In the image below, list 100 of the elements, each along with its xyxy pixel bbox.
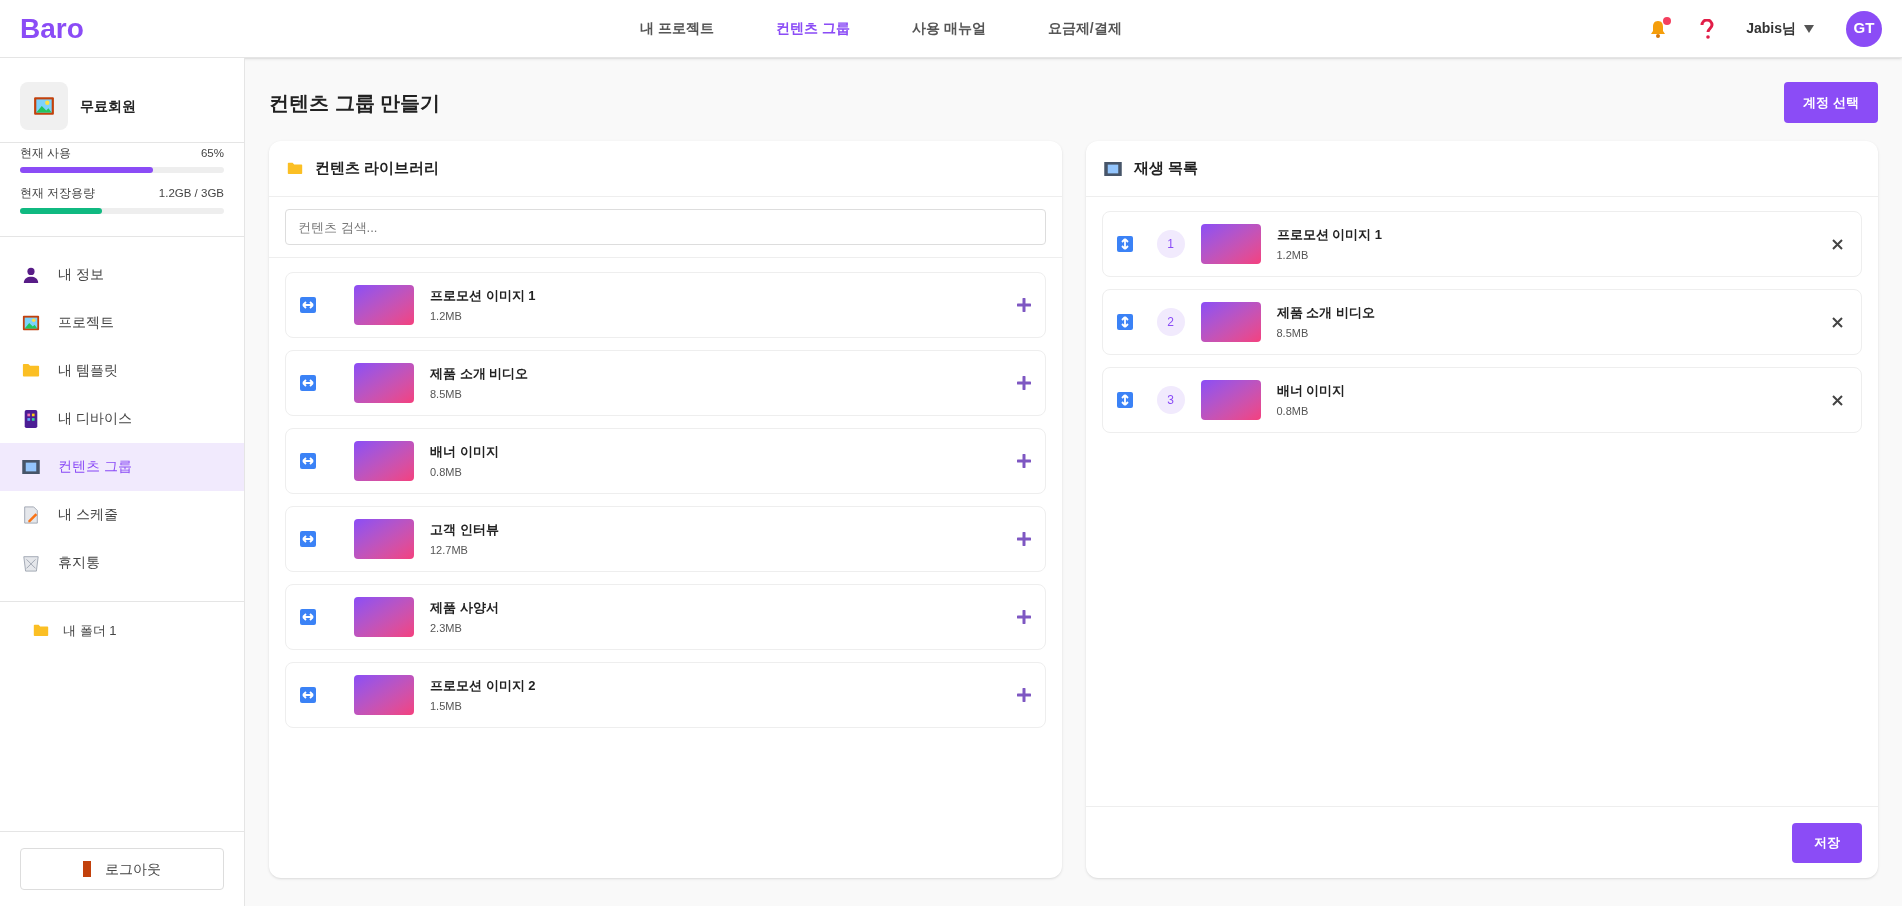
playlist-item[interactable]: 2 제품 소개 비디오 8.5MB [1101,289,1862,355]
content-name: 제품 소개 비디오 [430,365,529,383]
search-field[interactable]: 컨텐츠 검색... [285,209,1046,245]
content-name: 제품 소개 비디오 [1276,304,1375,322]
content-item[interactable]: 프로모션 이미지 2 1.5MB [285,662,1046,728]
content-item[interactable]: 제품 소개 비디오 8.5MB [285,350,1046,416]
film-icon [22,459,40,474]
save-button[interactable]: 저장 [1792,822,1862,863]
nav-link[interactable]: 컨텐츠 그룹 [775,18,850,39]
remove-button[interactable] [1832,238,1843,250]
remove-button[interactable] [1832,316,1843,328]
content-size: 8.5MB [430,386,463,402]
order-number: 2 [1156,308,1185,336]
film-icon [1103,161,1122,176]
notification-button[interactable] [1648,18,1669,39]
plus-icon [1016,688,1031,702]
thumbnail [354,675,414,715]
plus-icon [1016,532,1031,546]
nav-link[interactable]: 내 프로젝트 [640,18,714,39]
sidebar-item[interactable]: 휴지통 [0,538,244,587]
thumbnail [354,597,414,637]
horizontal-arrows-icon [300,453,316,469]
vertical-arrows-icon [1116,236,1133,252]
memo-icon [23,505,39,524]
thumbnail [354,285,414,325]
help-button[interactable] [1700,18,1715,39]
door-icon [83,861,91,877]
order-number: 1 [1156,230,1185,258]
content-name: 고객 인터뷰 [430,521,499,539]
sidebar-item[interactable]: 컨텐츠 그룹 [0,442,244,491]
content-name: 프로모션 이미지 2 [430,677,536,695]
sidebar-item[interactable]: 프로젝트 [0,298,244,347]
sidebar-item[interactable]: 내 스케줄 [0,490,244,539]
content-size: 1.2MB [430,308,463,324]
close-icon [1832,394,1843,406]
add-button[interactable] [1016,298,1031,312]
usage-label: 현재 저장용량 [20,186,96,202]
content-item[interactable]: 프로모션 이미지 1 1.2MB [285,272,1046,338]
logo[interactable]: Baro [20,7,640,50]
add-button[interactable] [1016,376,1031,390]
picture-icon [33,95,55,117]
page-title: 컨텐츠 그룹 만들기 [269,90,441,116]
plus-icon [1016,610,1031,624]
nav-link[interactable]: 요금제/결제 [1047,18,1122,39]
logout-button[interactable]: 로그아웃 [20,848,224,890]
dropdown-caret-icon [1804,24,1814,33]
content-name: 제품 사양서 [430,599,499,617]
content-size: 2.3MB [430,620,463,636]
content-item[interactable]: 고객 인터뷰 12.7MB [285,506,1046,572]
panel-title: 컨텐츠 라이브러리 [315,158,440,179]
user-avatar[interactable]: GT [1846,10,1882,47]
device-icon [24,409,38,428]
content-name: 배너 이미지 [1276,382,1346,400]
horizontal-arrows-icon [300,297,316,313]
content-size: 12.7MB [430,542,469,558]
nav-link[interactable]: 사용 매뉴얼 [911,18,986,39]
playlist-item[interactable]: 1 프로모션 이미지 1 1.2MB [1101,211,1862,277]
user-menu[interactable]: Jabis님 [1746,18,1814,39]
account-select-button[interactable]: 계정 선택 [1784,82,1878,123]
folder-icon [33,624,49,637]
usage-value: 65% [200,146,224,161]
horizontal-arrows-icon [300,531,316,547]
add-button[interactable] [1016,688,1031,702]
close-icon [1832,316,1843,328]
horizontal-arrows-icon [300,687,316,703]
thumbnail [1200,380,1261,420]
add-button[interactable] [1016,610,1031,624]
sidebar-item[interactable]: 내 정보 [0,250,244,299]
content-item[interactable]: 배너 이미지 0.8MB [285,428,1046,494]
plus-icon [1016,298,1031,312]
sidebar-item[interactable]: 내 디바이스 [0,394,244,443]
add-button[interactable] [1016,454,1031,468]
content-item[interactable]: 제품 사양서 2.3MB [285,584,1046,650]
usage-value: 1.2GB / 3GB [158,186,224,202]
vertical-arrows-icon [1116,314,1133,330]
plus-icon [1016,454,1031,468]
content-size: 1.2MB [1276,247,1310,263]
remove-button[interactable] [1832,394,1843,406]
trash-icon [22,553,40,572]
question-mark-icon [1700,18,1715,39]
panel-title: 재생 목록 [1133,158,1198,179]
thumbnail [354,441,414,481]
content-name: 프로모션 이미지 1 [1276,226,1382,244]
plus-icon [1016,376,1031,390]
order-number: 3 [1156,386,1185,414]
content-name: 배너 이미지 [430,443,499,461]
sidebar-item[interactable]: 내 템플릿 [0,346,244,395]
close-icon [1832,238,1843,250]
thumbnail [354,519,414,559]
horizontal-arrows-icon [300,375,316,391]
thumbnail [1200,302,1261,342]
thumbnail [354,363,414,403]
horizontal-arrows-icon [300,609,316,625]
content-name: 프로모션 이미지 1 [430,287,536,305]
add-button[interactable] [1016,532,1031,546]
folder-icon [22,363,40,378]
playlist-item[interactable]: 3 배너 이미지 0.8MB [1101,367,1862,433]
thumbnail [1200,224,1261,264]
folder-item[interactable]: 내 폴더 1 [0,617,244,644]
usage-label: 현재 사용 [20,146,72,161]
